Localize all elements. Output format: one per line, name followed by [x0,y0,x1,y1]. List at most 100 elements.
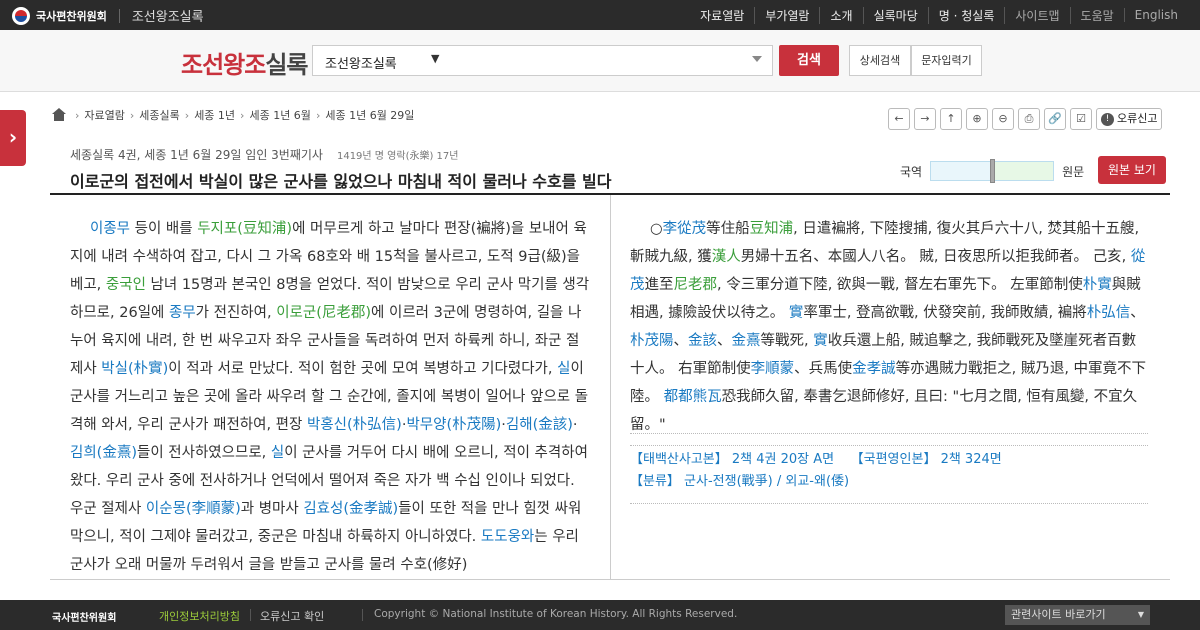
korean-translation-text: 이종무 등이 배를 두지포(豆知浦)에 머무르게 하고 날마다 편장(褊將)을 … [70,215,590,580]
nav-item-extra[interactable]: 부가열람 [754,6,819,24]
privacy-policy-link[interactable]: 개인정보처리방침 [159,608,240,624]
report-error-button[interactable]: ! 오류신고 [1096,108,1162,130]
text-run: 가 전진하여, [195,305,277,321]
nav-item-about[interactable]: 소개 [819,6,862,24]
ref-taebaek[interactable]: 【태백산사고본】 2책 4권 20장 A면 [630,452,834,467]
slider-handle[interactable] [990,159,996,183]
copyright: Copyright © National Institute of Korean… [374,608,738,620]
chevron-down-icon[interactable] [752,56,762,62]
person-name-link[interactable]: 이순몽(李順蒙) [146,501,241,517]
person-name-link[interactable]: 實 [789,305,804,321]
place-name-link[interactable]: 尼老郡 [674,277,718,293]
article-source: 세종실록 4권, 세종 1년 6월 29일 임인 3번째기사 [70,148,323,162]
person-name-link[interactable]: 박실(朴實) [101,361,168,377]
text-run: 、 [1130,305,1145,321]
place-name-link[interactable]: 漢人 [712,249,741,265]
site-name[interactable]: 조선왕조실록 [132,6,204,25]
nav-item-archive[interactable]: 자료열람 [690,7,754,24]
text-run: 率軍士, 登高欲戰, 伏發突前, 我師敗績, 褊將 [803,305,1087,321]
search-button[interactable]: 검색 [779,45,839,76]
view-original-button[interactable]: 원본 보기 [1098,156,1166,184]
person-name-link[interactable]: 도도웅와 [481,529,534,545]
brand-logo[interactable]: 조선왕조실록 [181,45,309,80]
person-name-link[interactable]: 김해(金該) [506,417,573,433]
nav-item-plaza[interactable]: 실록마당 [862,6,928,24]
ref-kukpyeon[interactable]: 【국편영인본】 2책 324면 [851,452,1002,467]
original-text-panel: ○李從茂等住船豆知浦, 日遣褊將, 下陸搜捕, 復火其戶六十八, 焚其船十五艘,… [630,215,1150,452]
breadcrumb-item[interactable]: 세종 1년 [194,107,235,123]
zoom-in-icon[interactable]: ⊕ [966,108,988,130]
arrow-up-icon[interactable]: ↑ [940,108,962,130]
text-run: , 令三軍分道下陸, 欲與一戰, 督左右軍先下。 左軍節制使 [717,277,1083,293]
advanced-search-button[interactable]: 상세검색 [849,45,911,76]
dotted-divider [630,445,1148,446]
dotted-divider [630,433,1148,434]
person-name-link[interactable]: 朴弘信 [1087,305,1131,321]
place-name-link[interactable]: 두지포(豆知浦) [197,221,292,237]
toolbar: ← → ↑ ⊕ ⊖ ⎙ 🔗 ☑ ! 오류신고 [888,108,1162,130]
person-name-link[interactable]: 實 [813,333,828,349]
zoom-out-icon[interactable]: ⊖ [992,108,1014,130]
link-icon[interactable]: 🔗 [1044,108,1066,130]
text-run: 男婦十五名、本國人八名。 賊, 日夜思所以拒我師者。 己亥, [740,249,1131,265]
breadcrumb-item[interactable]: 세종 1년 6월 29일 [325,107,414,123]
slider-track[interactable] [930,159,1055,183]
home-icon[interactable] [52,108,66,122]
person-name-link[interactable]: 실 [271,445,284,461]
person-name-link[interactable]: 박홍신(朴弘信) [307,417,402,433]
nav-item-ming-qing[interactable]: 명 · 청실록 [927,6,1005,24]
source-references: 【태백산사고본】 2책 4권 20장 A면 【국편영인본】 2책 324면 【분… [630,433,1148,510]
breadcrumb-item[interactable]: 세종 1년 6월 [249,107,310,123]
person-name-link[interactable]: 金熹 [732,333,761,349]
person-name-link[interactable]: 김효성(金孝誠) [303,501,398,517]
breadcrumb-item[interactable]: 자료열람 [84,107,124,123]
person-name-link[interactable]: 朴實 [1083,277,1112,293]
person-name-link[interactable]: 박무양(朴茂陽) [406,417,501,433]
top-nav: 자료열람 부가열람 소개 실록마당 명 · 청실록 사이트맵 도움말 Engli… [690,0,1188,30]
scope-dropdown-icon[interactable]: ▼ [431,52,439,65]
person-name-link[interactable]: 都都熊瓦 [664,389,722,405]
dotted-divider [630,503,1148,504]
side-panel-toggle[interactable]: › [0,110,26,166]
person-name-link[interactable]: 金孝誠 [852,361,896,377]
nav-item-english[interactable]: English [1123,8,1188,22]
char-input-button[interactable]: 문자입력기 [911,45,982,76]
person-name-link[interactable]: 종무 [169,305,196,321]
person-name-link[interactable]: 실 [557,361,570,377]
text-run: 들이 전사하였으므로, [137,445,271,461]
person-name-link[interactable]: 이종무 [90,221,130,237]
checkbox-icon[interactable]: ☑ [1070,108,1092,130]
text-run: 等住船 [706,221,750,237]
place-name-link[interactable]: 중국인 [106,277,146,293]
brand-part-a: 조선왕조 [181,51,266,79]
search-scope-select[interactable]: 조선왕조실록 [325,53,397,72]
classical-chinese-text: ○李從茂等住船豆知浦, 日遣褊將, 下陸搜捕, 復火其戶六十八, 焚其船十五艘,… [630,215,1150,439]
text-run: 등이 배를 [130,221,198,237]
place-name-link[interactable]: 이로군(尼老郡) [276,305,371,321]
person-name-link[interactable]: 朴茂陽 [630,333,674,349]
search-box[interactable]: 조선왕조실록 ▼ [312,45,773,76]
nav-item-sitemap[interactable]: 사이트맵 [1004,6,1069,24]
error-report-check-link[interactable]: 오류신고 확인 [260,608,324,624]
footer-divider [362,609,363,621]
arrow-right-icon[interactable]: → [914,108,936,130]
breadcrumb-separator: › [240,108,245,122]
nav-item-help[interactable]: 도움말 [1069,6,1124,24]
place-name-link[interactable]: 豆知浦 [750,221,794,237]
text-run: 과 병마사 [240,501,304,517]
ref-classification[interactable]: 【분류】 군사-전쟁(戰爭) / 외교-왜(倭) [630,471,1148,493]
person-name-link[interactable]: 李從茂 [663,221,707,237]
person-name-link[interactable]: 김희(金熹) [70,445,137,461]
top-bar: 국사편찬위원회 조선왕조실록 자료열람 부가열람 소개 실록마당 명 · 청실록… [0,0,1200,30]
person-name-link[interactable]: 金該 [688,333,717,349]
footer-org[interactable]: 국사편찬위원회 [52,609,116,624]
print-icon[interactable]: ⎙ [1018,108,1040,130]
divider [118,8,120,23]
related-sites-select[interactable]: 관련사이트 바로가기 [1005,605,1150,625]
person-name-link[interactable]: 李順蒙 [751,361,795,377]
page-title: 이로군의 접전에서 박실이 많은 군사를 잃었으나 마침내 적이 물러나 수호를… [70,172,612,191]
breadcrumb-item[interactable]: 세종실록 [139,107,179,123]
org-logo[interactable]: 국사편찬위원회 조선왕조실록 [12,6,204,25]
header: 조선왕조실록 조선왕조실록 ▼ 검색 상세검색 문자입력기 [0,30,1200,92]
arrow-left-icon[interactable]: ← [888,108,910,130]
